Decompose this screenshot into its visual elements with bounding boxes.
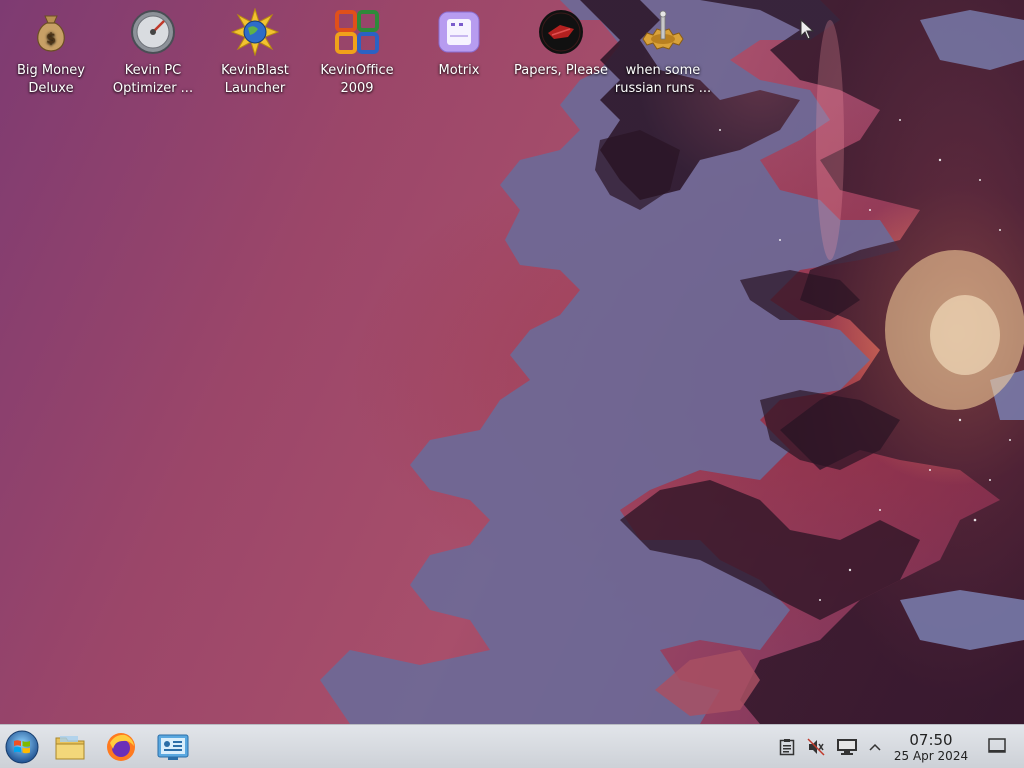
taskbar: 07:50 25 Apr 2024 bbox=[0, 724, 1024, 768]
speedometer-icon bbox=[129, 8, 177, 56]
expand-tray-button[interactable] bbox=[866, 738, 884, 756]
file-manager-button[interactable] bbox=[52, 729, 88, 765]
chevron-up-icon bbox=[869, 743, 881, 751]
wallpaper-hex-pattern bbox=[320, 0, 1024, 724]
money-bag-icon: $ bbox=[27, 8, 75, 56]
system-settings-button[interactable] bbox=[155, 729, 191, 765]
desktop-icon-label: when some russian runs ... bbox=[614, 63, 712, 96]
desktop-icon-label: Papers, Please bbox=[513, 63, 609, 78]
folder-icon bbox=[55, 736, 85, 760]
clipboard-icon bbox=[779, 739, 795, 756]
desktop-icon-kevinblast-launcher[interactable]: KevinBlast Launcher bbox=[205, 2, 305, 98]
settings-panel-icon bbox=[157, 734, 189, 760]
desktop-icon-big-money-deluxe[interactable]: $ Big Money Deluxe bbox=[1, 2, 101, 98]
monitor-icon bbox=[837, 739, 857, 755]
desktop-wallpaper: $ Big Money Deluxe Kevin PC Optimizer ..… bbox=[0, 0, 1024, 724]
speaker-muted-icon bbox=[807, 738, 825, 756]
start-menu-button[interactable] bbox=[4, 729, 40, 765]
desktop-icon-label: KevinBlast Launcher bbox=[221, 63, 289, 96]
joystick-gear-icon bbox=[639, 8, 687, 56]
desktop-icon-label: Motrix bbox=[438, 63, 480, 78]
desktop-icon-when-some-russian-runs[interactable]: when some russian runs ... bbox=[613, 2, 713, 98]
clock-date: 25 Apr 2024 bbox=[893, 749, 969, 763]
desktop-icon-motrix[interactable]: Motrix bbox=[409, 2, 509, 80]
show-desktop-button[interactable] bbox=[988, 738, 1006, 754]
motrix-icon bbox=[435, 8, 483, 56]
firefox-icon bbox=[107, 733, 135, 761]
desktop-icon-label: Big Money Deluxe bbox=[16, 63, 85, 96]
desktop-icon-label: Kevin PC Optimizer ... bbox=[112, 63, 194, 96]
volume-tray-button[interactable] bbox=[807, 738, 825, 756]
desktop-icon-kevinoffice-2009[interactable]: KevinOffice 2009 bbox=[307, 2, 407, 98]
papers-please-icon bbox=[537, 8, 585, 56]
clock[interactable]: 07:50 25 Apr 2024 bbox=[886, 731, 976, 764]
globe-sun-icon bbox=[231, 8, 279, 56]
display-tray-button[interactable] bbox=[836, 738, 858, 756]
desktop-icon-label: KevinOffice 2009 bbox=[320, 63, 394, 96]
mouse-cursor-icon bbox=[800, 19, 815, 40]
firefox-button[interactable] bbox=[103, 729, 139, 765]
clock-time: 07:50 bbox=[909, 731, 953, 749]
svg-text:$: $ bbox=[46, 31, 56, 47]
desktop-icon-kevin-pc-optimizer[interactable]: Kevin PC Optimizer ... bbox=[103, 2, 203, 98]
windows-logo-icon bbox=[5, 730, 39, 764]
clipboard-tray-button[interactable] bbox=[778, 738, 796, 756]
desktop-icon-papers-please[interactable]: Papers, Please bbox=[511, 2, 611, 80]
office-logo-icon bbox=[333, 8, 381, 56]
